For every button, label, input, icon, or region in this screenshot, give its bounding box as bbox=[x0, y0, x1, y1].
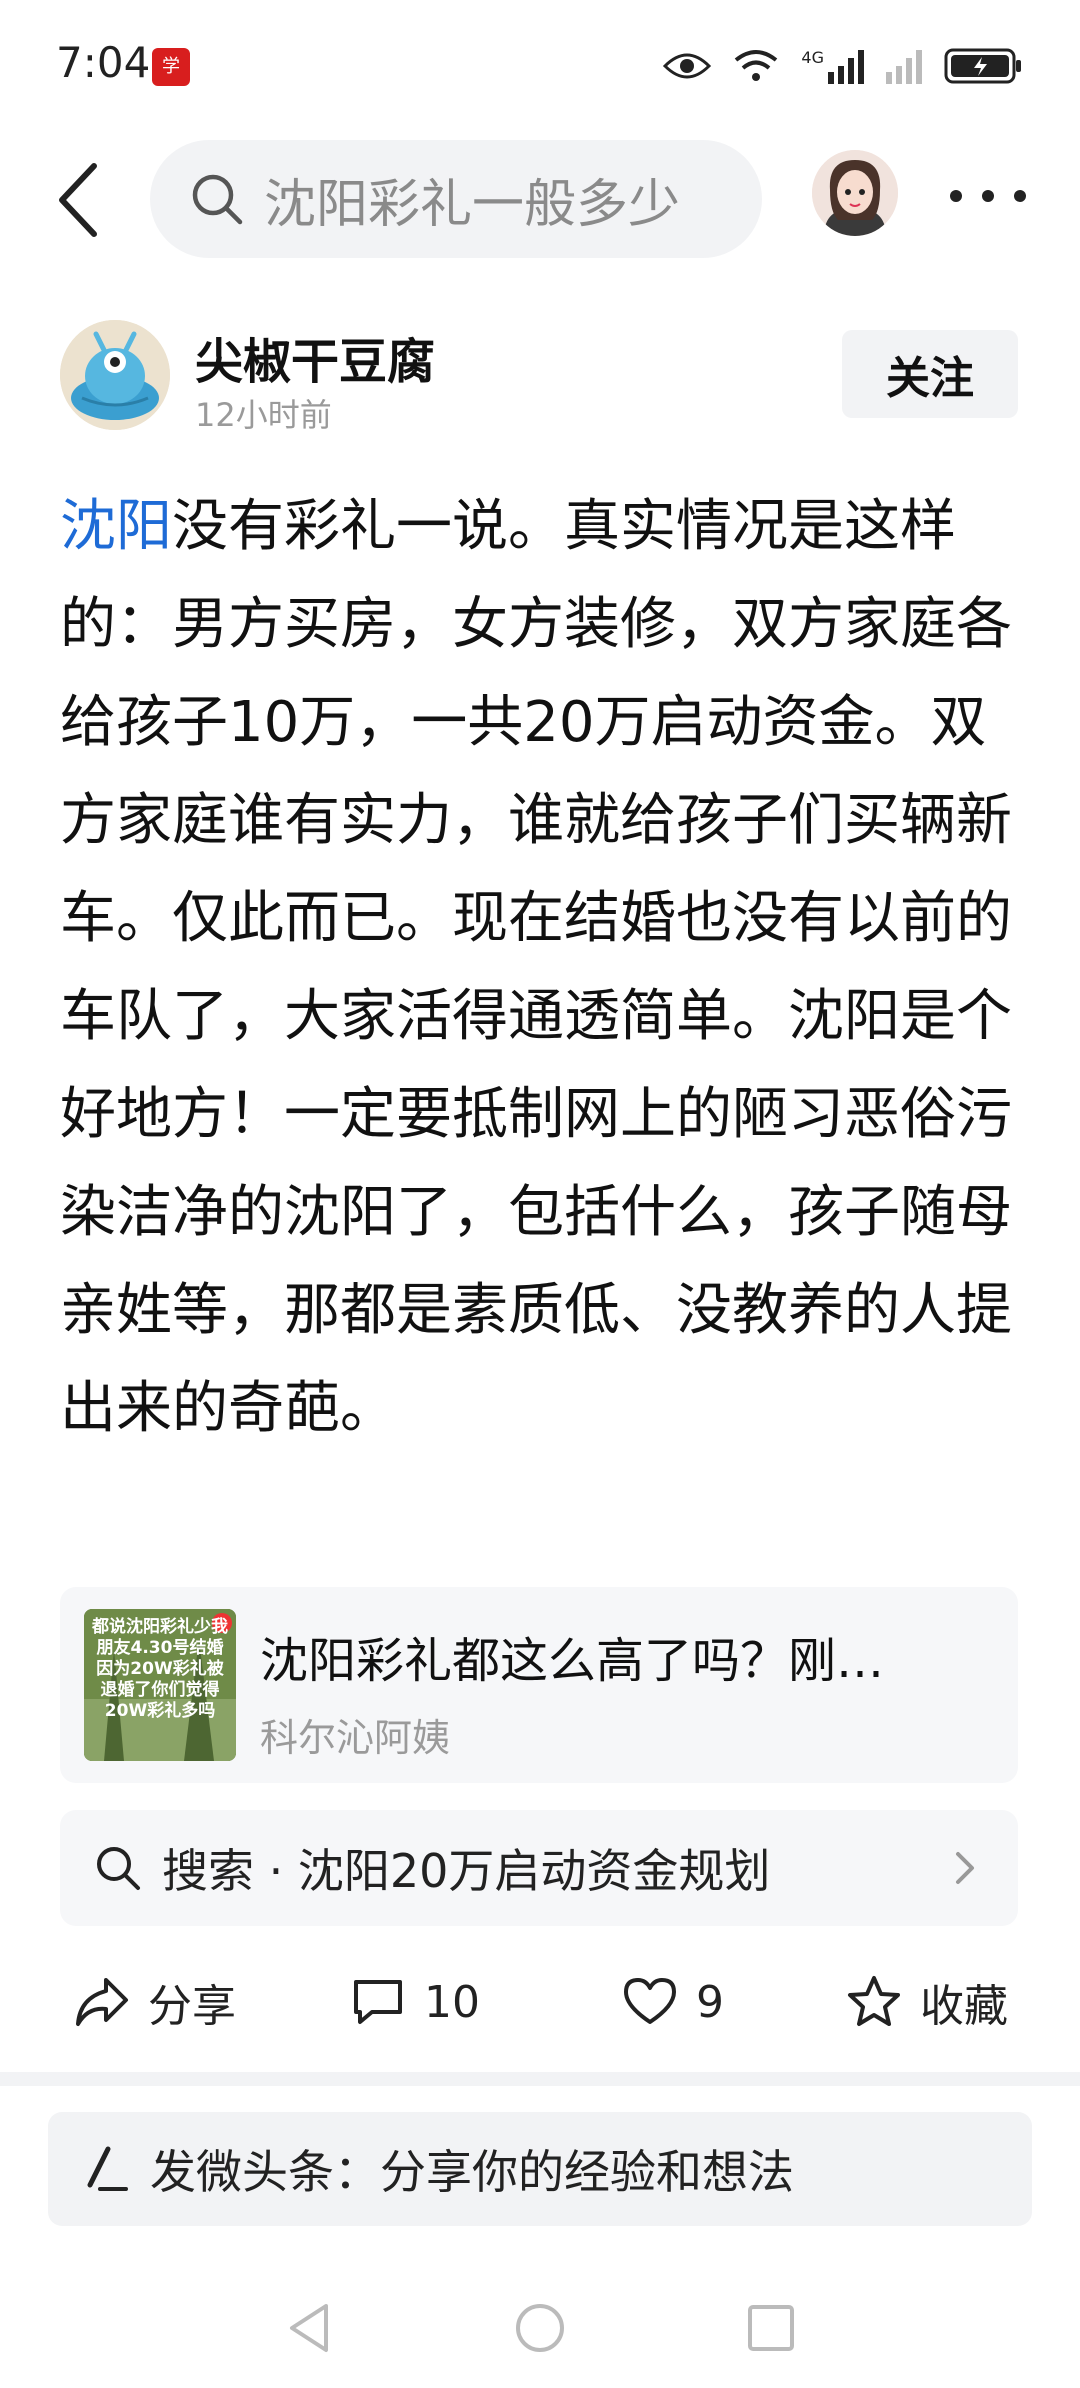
more-button[interactable] bbox=[950, 186, 1026, 206]
status-icons: 4G bbox=[663, 42, 1024, 90]
favorite-button[interactable]: 收藏 bbox=[846, 1952, 1008, 2052]
heart-icon bbox=[624, 1978, 676, 2024]
triangle-back-icon bbox=[290, 2304, 328, 2352]
more-dot bbox=[950, 190, 962, 202]
favorite-label: 收藏 bbox=[920, 1981, 1008, 2032]
star-icon bbox=[848, 1976, 900, 2026]
system-nav-bar bbox=[0, 2270, 1080, 2388]
chevron-right-icon bbox=[956, 1852, 974, 1884]
compose-placeholder: 发微头条：分享你的经验和想法 bbox=[150, 2145, 794, 2199]
like-button[interactable]: 9 bbox=[622, 1952, 724, 2052]
app-notification-icon: 学 bbox=[152, 48, 190, 86]
nav-back-button[interactable] bbox=[284, 2300, 332, 2360]
avatar-illustration bbox=[812, 150, 898, 236]
eye-icon bbox=[663, 53, 712, 79]
user-avatar[interactable] bbox=[812, 150, 898, 236]
action-bar: 分享 10 9 收藏 bbox=[60, 1952, 1020, 2052]
post-body-text: 没有彩礼一说。真实情况是这样的：男方买房，女方装修，双方家庭各给孩子10万，一共… bbox=[60, 494, 1012, 1441]
square-recents-icon bbox=[748, 2305, 794, 2351]
topic-link[interactable]: 沈阳 bbox=[60, 494, 172, 559]
related-article-card[interactable]: 都说沈阳彩礼少我朋友4.30号结婚因为20W彩礼被退婚了你们觉得20W彩礼多吗 … bbox=[60, 1587, 1018, 1783]
search-suggestion[interactable]: 搜索 · 沈阳20万启动资金规划 bbox=[60, 1810, 1018, 1926]
more-dot bbox=[982, 190, 994, 202]
cellular-signal-2-icon bbox=[886, 48, 922, 84]
share-label: 分享 bbox=[148, 1981, 236, 2032]
back-button[interactable] bbox=[50, 160, 110, 240]
more-dot bbox=[1014, 190, 1026, 202]
post-time: 12小时前 bbox=[195, 396, 332, 434]
search-input[interactable]: 沈阳彩礼一般多少 bbox=[150, 140, 762, 258]
search-icon bbox=[97, 1847, 140, 1890]
related-source: 科尔沁阿姨 bbox=[260, 1716, 451, 1760]
compose-input[interactable]: 发微头条：分享你的经验和想法 bbox=[48, 2112, 1032, 2226]
share-button[interactable]: 分享 bbox=[74, 1952, 236, 2052]
follow-button[interactable]: 关注 bbox=[842, 330, 1018, 418]
comment-button[interactable]: 10 bbox=[350, 1952, 480, 2052]
share-icon bbox=[76, 1978, 128, 2026]
back-arrow-icon bbox=[59, 163, 97, 237]
section-divider bbox=[0, 2072, 1080, 2086]
author-avatar[interactable] bbox=[60, 320, 170, 430]
thumbnail-caption: 都说沈阳彩礼少我朋友4.30号结婚因为20W彩礼被退婚了你们觉得20W彩礼多吗 bbox=[92, 1617, 228, 1721]
wifi-icon bbox=[735, 50, 778, 81]
like-count: 9 bbox=[696, 1976, 724, 2028]
nav-recents-button[interactable] bbox=[746, 2300, 796, 2360]
search-query-text: 沈阳彩礼一般多少 bbox=[264, 174, 681, 235]
pen-icon bbox=[87, 2146, 128, 2191]
search-suggestion-text: 搜索 · 沈阳20万启动资金规划 bbox=[162, 1844, 771, 1898]
status-time: 7:04 bbox=[56, 38, 151, 87]
cellular-signal-icon: 4G bbox=[801, 48, 864, 84]
battery-icon bbox=[944, 48, 1021, 84]
author-name[interactable]: 尖椒干豆腐 bbox=[195, 322, 435, 392]
related-thumbnail: 都说沈阳彩礼少我朋友4.30号结婚因为20W彩礼被退婚了你们觉得20W彩礼多吗 bbox=[84, 1609, 236, 1761]
nav-home-button[interactable] bbox=[514, 2300, 566, 2360]
network-type-label: 4G bbox=[801, 48, 824, 67]
search-icon bbox=[192, 174, 243, 225]
comment-count: 10 bbox=[424, 1976, 480, 2028]
post-body: 沈阳没有彩礼一说。真实情况是这样的：男方买房，女方装修，双方家庭各给孩子10万，… bbox=[60, 478, 1022, 1458]
author-avatar-illustration bbox=[60, 320, 170, 430]
related-title: 沈阳彩礼都这么高了吗？刚… bbox=[260, 1633, 885, 1689]
comment-icon bbox=[354, 1980, 402, 2024]
circle-home-icon bbox=[516, 2304, 564, 2352]
